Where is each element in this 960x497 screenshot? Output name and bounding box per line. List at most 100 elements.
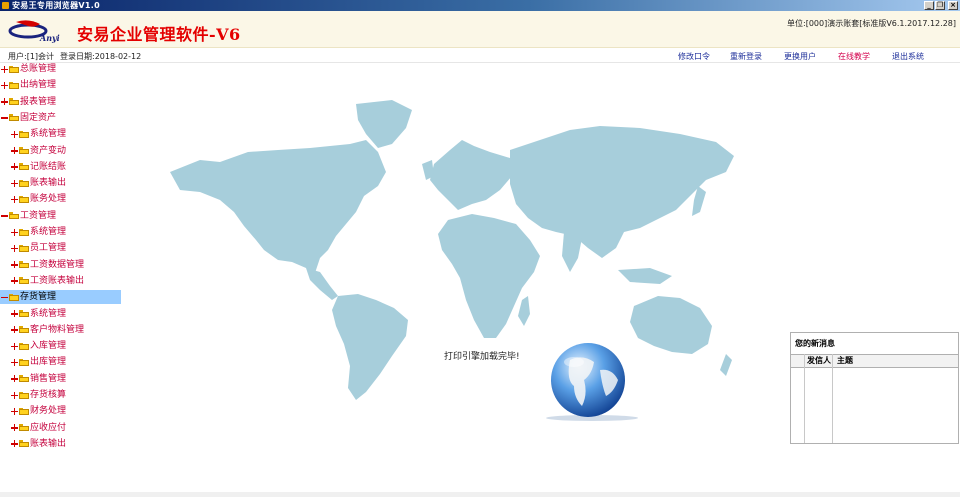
tree-item-label: 入库管理 [30,341,67,352]
tree-item-label: 存货核算 [30,390,67,400]
window-title: 安易王专用浏览器V1.0 [12,1,100,10]
expand-icon[interactable] [1,98,8,106]
expand-icon[interactable] [11,195,18,203]
unit-info: 单位:[000]演示账套[标准版V6.1.2017.12.28] [787,19,956,28]
collapse-icon[interactable] [1,212,8,219]
folder-icon [9,98,19,106]
subject-column-header[interactable]: 主题 [837,355,853,367]
tree-item[interactable]: 员工管理 [0,241,66,255]
folder-icon [19,261,29,269]
tree-item[interactable]: 入库管理 [0,339,66,353]
folder-icon [19,195,29,203]
expand-icon[interactable] [1,65,8,73]
tree-item[interactable]: 记账结账 [0,160,66,174]
sender-column-header[interactable]: 发信人 [807,355,831,367]
expand-icon[interactable] [11,179,18,187]
tree-item[interactable]: 财务处理 [0,404,66,418]
folder-icon [19,244,29,252]
expand-icon[interactable] [11,358,18,366]
folder-icon [9,65,19,73]
tree-item[interactable]: 客户物料管理 [0,323,84,337]
expand-icon[interactable] [11,130,18,138]
expand-icon[interactable] [11,342,18,350]
login-date: 登录日期:2018-02-12 [60,52,142,61]
expand-icon[interactable] [11,375,18,383]
window-titlebar[interactable]: 安易王专用浏览器V1.0 _ ❐ × [0,0,960,11]
relogin-link[interactable]: 重新登录 [730,51,762,62]
folder-icon [19,407,29,415]
folder-icon [19,130,29,138]
tree-item[interactable]: 工资账表输出 [0,274,84,288]
tree-item[interactable]: 应收应付 [0,421,66,435]
expand-icon[interactable] [11,407,18,415]
expand-icon[interactable] [1,81,8,89]
tree-item-label: 应收应付 [30,422,67,433]
tree-item-label: 账表输出 [30,438,67,449]
expand-icon[interactable] [11,228,18,236]
tree-item[interactable]: 工资管理 [0,209,56,223]
exit-system-link[interactable]: 退出系统 [892,51,924,62]
tree-item-label: 出纳管理 [20,80,57,91]
tree-item[interactable]: 资产变动 [0,144,66,158]
expand-icon[interactable] [11,326,18,334]
minimize-button[interactable]: _ [924,1,934,10]
app-title: 安易企业管理软件-V6 [77,25,241,44]
tree-item[interactable]: 报表管理 [0,95,56,109]
expand-icon[interactable] [11,147,18,154]
expand-icon[interactable] [11,440,18,448]
close-button[interactable]: × [948,1,958,10]
tree-item-label: 出库管理 [30,357,67,368]
tree-item[interactable]: 出纳管理 [0,78,56,92]
tree-item-label: 记账结账 [30,161,67,172]
tree-item-label: 销售管理 [30,373,67,384]
online-tutorial-link[interactable]: 在线教学 [838,51,870,62]
info-bar: 用户:[1]会计 登录日期:2018-02-12 修改口令 重新登录 更换用户 … [0,48,960,63]
messages-panel: 您的新消息 发信人 主题 [790,332,959,444]
anyi-logo: Anyi [8,20,60,43]
switch-user-link[interactable]: 更换用户 [784,51,816,62]
folder-icon [19,375,29,383]
tree-item[interactable]: 存货管理 [0,290,121,305]
module-tree: 总账管理 出纳管理 报表管理 固定资产 系统管理 资产变动 记账结账 账表输出 账务处理 工资管理… [0,62,121,452]
tree-item[interactable]: 账表输出 [0,437,66,451]
expand-icon[interactable] [11,277,18,285]
folder-icon [9,212,19,220]
expand-icon[interactable] [11,424,18,432]
tree-item[interactable]: 工资数据管理 [0,258,84,272]
tree-item[interactable]: 账务处理 [0,192,66,206]
tree-item[interactable]: 固定资产 [0,111,56,125]
tree-item[interactable]: 总账管理 [0,62,56,76]
restore-button[interactable]: ❐ [935,1,945,10]
expand-icon[interactable] [11,261,18,269]
tree-item-label: 总账管理 [20,64,57,74]
column-divider [804,354,805,443]
tree-item-label: 工资账表输出 [30,275,85,286]
tree-item[interactable]: 系统管理 [0,225,66,239]
expand-icon[interactable] [11,163,18,171]
folder-icon [19,424,29,432]
folder-icon [9,293,19,301]
expand-icon[interactable] [11,244,18,252]
tree-item-label: 账务处理 [30,194,67,205]
globe-icon [546,343,638,421]
tree-item-label: 资产变动 [30,145,67,156]
tree-item[interactable]: 出库管理 [0,355,66,369]
tree-item-label: 客户物料管理 [30,324,85,335]
tree-item-label: 固定资产 [20,112,57,123]
tree-item-label: 财务处理 [30,406,67,417]
tree-item[interactable]: 账表输出 [0,176,66,190]
folder-icon [19,277,29,285]
folder-icon [19,163,29,171]
footer-bar [0,492,960,497]
expand-icon[interactable] [11,310,18,317]
collapse-icon[interactable] [1,294,8,301]
collapse-icon[interactable] [1,114,8,121]
tree-item[interactable]: 系统管理 [0,127,66,141]
expand-icon[interactable] [11,391,18,399]
tree-item-label: 工资数据管理 [30,259,85,270]
tree-item[interactable]: 系统管理 [0,307,66,321]
change-password-link[interactable]: 修改口令 [678,51,710,62]
tree-item[interactable]: 存货核算 [0,388,66,402]
folder-icon [19,326,29,334]
tree-item[interactable]: 销售管理 [0,372,66,386]
